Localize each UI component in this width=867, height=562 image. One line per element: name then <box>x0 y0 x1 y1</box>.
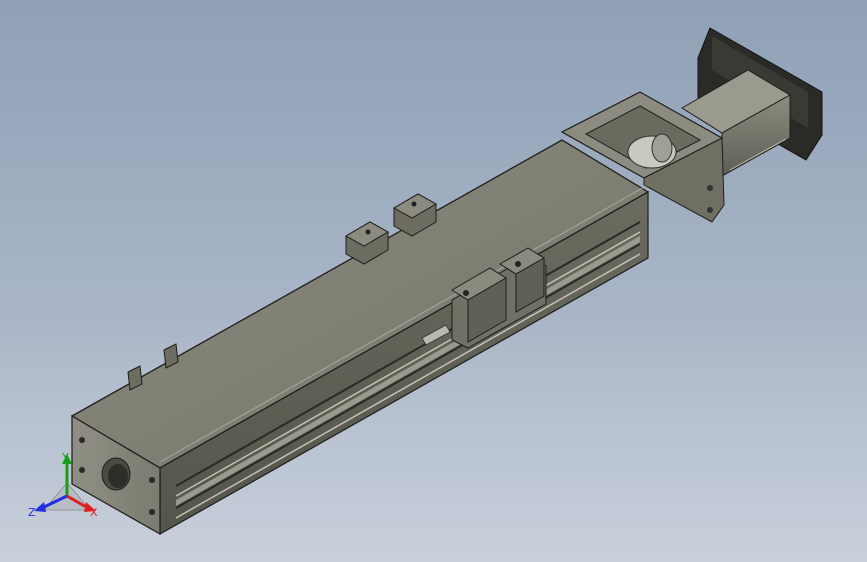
z-axis-label: Z <box>28 506 36 519</box>
y-axis-label: Y <box>61 451 69 464</box>
z-arrow-icon <box>34 502 46 512</box>
x-axis-label: X <box>90 506 98 519</box>
linear-actuator-model[interactable] <box>0 0 867 562</box>
coordinate-triad: Y X Z <box>28 451 98 519</box>
cad-viewport[interactable]: Y X Z <box>0 0 867 562</box>
